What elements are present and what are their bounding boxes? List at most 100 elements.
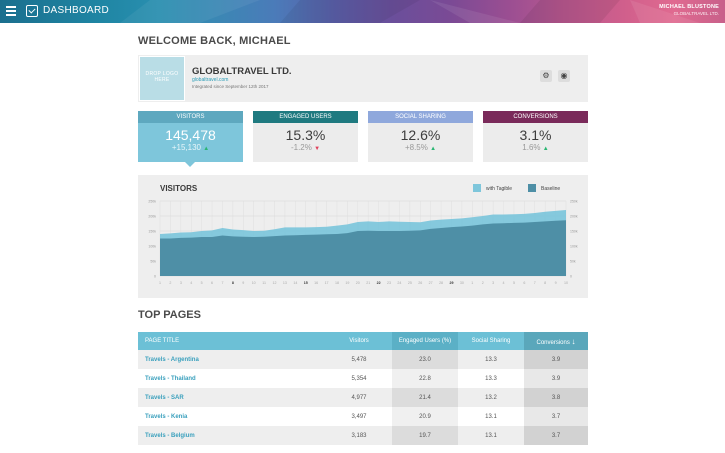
kpi-conversions-card[interactable]: CONVERSIONS 3.1% 1.6% ▲ <box>483 111 588 162</box>
visitors-cell: 5,478 <box>326 350 392 369</box>
x-tick-label: 9 <box>555 281 557 285</box>
x-tick-label: 10 <box>564 281 568 285</box>
arrow-down-icon: ↓ <box>571 336 576 346</box>
legend-label: with Tagible <box>486 186 513 192</box>
x-tick-label: 13 <box>283 281 287 285</box>
x-tick-label: 15 <box>304 281 308 285</box>
hamburger-menu-icon[interactable] <box>6 6 16 17</box>
x-tick-label: 1 <box>471 281 473 285</box>
x-tick-label: 7 <box>221 281 223 285</box>
chart-title: VISITORS <box>160 184 198 193</box>
visitors-cell: 3,497 <box>326 407 392 426</box>
x-tick-label: 6 <box>523 281 525 285</box>
engaged-users-cell: 19.7 <box>392 426 458 445</box>
company-url-link[interactable]: globaltravel.com <box>192 77 228 83</box>
x-tick-label: 26 <box>418 281 422 285</box>
table-row[interactable]: Travels - Thailand 5,354 22.8 13.3 3.9 <box>138 369 588 388</box>
x-tick-label: 6 <box>211 281 213 285</box>
visitors-cell: 3,183 <box>326 426 392 445</box>
engaged-users-cell: 21.4 <box>392 388 458 407</box>
kpi-label: CONVERSIONS <box>483 111 588 123</box>
x-tick-label: 1 <box>159 281 161 285</box>
conversions-cell: 3.7 <box>524 407 588 426</box>
x-tick-label: 12 <box>273 281 277 285</box>
kpi-visitors-card[interactable]: VISITORS 145,478 +15,130 ▲ <box>138 111 243 167</box>
table-row[interactable]: Travels - Kenia 3,497 20.9 13.1 3.7 <box>138 407 588 426</box>
x-tick-label: 23 <box>387 281 391 285</box>
social-sharing-cell: 13.3 <box>458 350 524 369</box>
x-tick-label: 3 <box>180 281 182 285</box>
column-header-page-title[interactable]: PAGE TITLE <box>138 332 326 350</box>
eye-icon: ◉ <box>560 71 568 80</box>
user-company: GLOBALTRAVEL LTD. <box>673 11 719 16</box>
logo-drop-zone[interactable]: DROP LOGO HERE <box>139 56 185 101</box>
x-tick-label: 8 <box>232 281 234 285</box>
x-tick-label: 14 <box>293 281 297 285</box>
kpi-label: ENGAGED USERS <box>253 111 358 123</box>
social-sharing-cell: 13.1 <box>458 407 524 426</box>
column-header-engaged-users[interactable]: Engaged Users (%) <box>392 332 458 350</box>
engaged-users-cell: 22.8 <box>392 369 458 388</box>
y-tick-label-left: 150k <box>148 230 156 234</box>
page-title-link[interactable]: Travels - Argentina <box>138 350 326 369</box>
legend-item-baseline[interactable]: Baseline <box>528 184 560 192</box>
table-row[interactable]: Travels - SAR 4,977 21.4 13.2 3.8 <box>138 388 588 407</box>
column-header-social-sharing[interactable]: Social Sharing <box>458 332 524 350</box>
page-title-link[interactable]: Travels - Kenia <box>138 407 326 426</box>
y-tick-label-left: 0 <box>154 275 156 279</box>
engaged-users-cell: 23.0 <box>392 350 458 369</box>
kpi-value: 15.3% <box>285 127 326 143</box>
engaged-users-cell: 20.9 <box>392 407 458 426</box>
y-tick-label-left: 250k <box>148 200 156 204</box>
dashboard-icon <box>26 5 38 17</box>
column-header-conversions[interactable]: Conversions ↓ <box>524 332 588 350</box>
x-tick-label: 3 <box>492 281 494 285</box>
visitors-cell: 5,354 <box>326 369 392 388</box>
x-tick-label: 16 <box>314 281 318 285</box>
x-tick-label: 29 <box>449 281 453 285</box>
user-profile[interactable]: MICHAEL BLUSTONE GLOBALTRAVEL LTD. <box>659 4 719 16</box>
social-sharing-cell: 13.3 <box>458 369 524 388</box>
y-tick-label-right: 0 <box>570 275 572 279</box>
column-header-visitors[interactable]: Visitors <box>326 332 392 350</box>
page-title-link[interactable]: Travels - SAR <box>138 388 326 407</box>
conversions-cell: 3.7 <box>524 426 588 445</box>
x-tick-label: 8 <box>544 281 546 285</box>
x-tick-label: 25 <box>408 281 412 285</box>
legend-swatch <box>528 184 536 192</box>
kpi-delta: +8.5% <box>404 143 428 152</box>
x-tick-label: 18 <box>335 281 339 285</box>
arrow-up-icon: ▲ <box>542 146 549 152</box>
x-tick-label: 5 <box>201 281 203 285</box>
table-row[interactable]: Travels - Belgium 3,183 19.7 13.1 3.7 <box>138 426 588 445</box>
top-bar: DASHBOARD MICHAEL BLUSTONE GLOBALTRAVEL … <box>0 0 725 23</box>
legend-item-tagible[interactable]: with Tagible <box>473 184 512 192</box>
x-tick-label: 20 <box>356 281 360 285</box>
page-title-link[interactable]: Travels - Thailand <box>138 369 326 388</box>
x-tick-label: 4 <box>190 281 192 285</box>
x-tick-label: 17 <box>325 281 329 285</box>
visitors-cell: 4,977 <box>326 388 392 407</box>
x-tick-label: 30 <box>460 281 464 285</box>
table-row[interactable]: Travels - Argentina 5,478 23.0 13.3 3.9 <box>138 350 588 369</box>
x-tick-label: 10 <box>252 281 256 285</box>
user-name: MICHAEL BLUSTONE <box>659 4 719 10</box>
kpi-label: SOCIAL SHARING <box>368 111 473 123</box>
kpi-value: 145,478 <box>165 127 216 143</box>
top-pages-heading: TOP PAGES <box>138 309 201 321</box>
integration-date: Integrated since September 12th 2017 <box>192 84 269 89</box>
view-button[interactable]: ◉ <box>558 70 570 82</box>
visitors-chart: 250k 250k 200k 200k 150k 150k 100k 100k 50k 50k 0 0… <box>148 200 578 286</box>
column-header-label: Conversions <box>536 339 570 346</box>
kpi-value: 12.6% <box>400 127 441 143</box>
settings-button[interactable]: ⚙ <box>540 70 552 82</box>
arrow-up-icon: ▲ <box>430 146 437 152</box>
page-title-link[interactable]: Travels - Belgium <box>138 426 326 445</box>
x-tick-label: 2 <box>482 281 484 285</box>
conversions-cell: 3.9 <box>524 369 588 388</box>
kpi-engaged-users-card[interactable]: ENGAGED USERS 15.3% -1.2% ▼ <box>253 111 358 162</box>
kpi-social-sharing-card[interactable]: SOCIAL SHARING 12.6% +8.5% ▲ <box>368 111 473 162</box>
conversions-cell: 3.9 <box>524 350 588 369</box>
app-title: DASHBOARD <box>43 5 110 16</box>
y-tick-label-right: 200k <box>570 215 578 219</box>
